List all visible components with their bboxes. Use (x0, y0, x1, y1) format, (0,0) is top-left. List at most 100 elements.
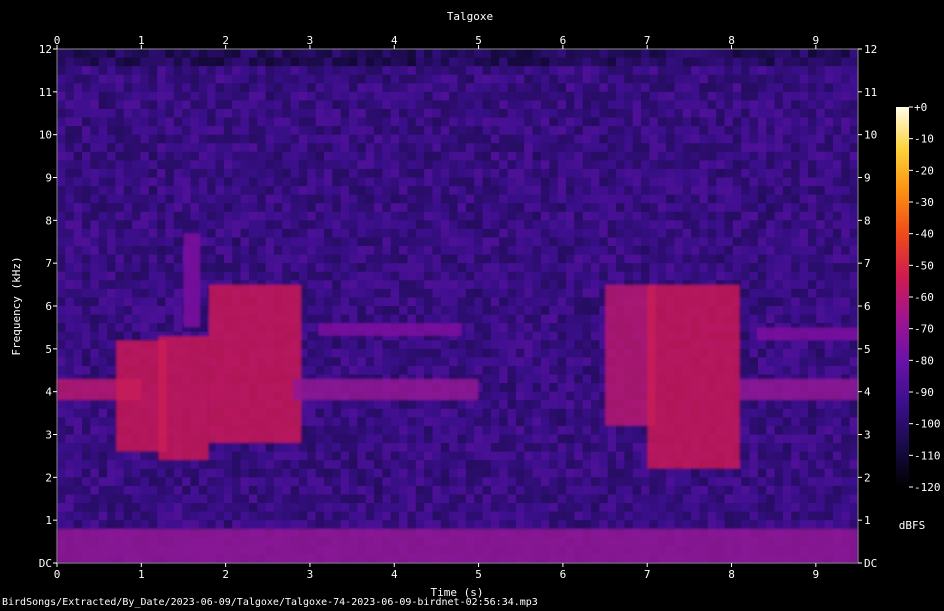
noise-cell (157, 203, 166, 213)
noise-cell (540, 477, 550, 487)
noise-cell (749, 434, 759, 444)
noise-cell (332, 74, 342, 84)
noise-cell (365, 186, 375, 196)
noise-cell (265, 151, 275, 161)
noise-cell (57, 297, 66, 307)
chart-title: Talgoxe (447, 10, 493, 23)
noise-cell (307, 203, 317, 213)
noise-cell (841, 74, 851, 84)
noise-cell (524, 117, 534, 127)
noise-cell (490, 340, 500, 350)
noise-cell (741, 91, 751, 101)
noise-cell (499, 177, 509, 187)
noise-cell (582, 220, 592, 230)
noise-cell (540, 237, 550, 247)
noise-cell (649, 254, 659, 264)
noise-cell (582, 134, 592, 144)
noise-cell (716, 168, 725, 178)
noise-cell (315, 400, 325, 410)
noise-cell (148, 288, 158, 298)
noise-cell (549, 297, 559, 307)
noise-cell (424, 246, 433, 256)
noise-cell (232, 220, 242, 230)
noise-cell (382, 357, 392, 367)
noise-cell (349, 425, 358, 435)
noise-cell (682, 271, 692, 281)
noise-cell (198, 477, 208, 487)
noise-cell (782, 117, 792, 127)
noise-cell (65, 451, 75, 461)
noise-cell (774, 434, 784, 444)
noise-cell (132, 143, 141, 153)
noise-cell (691, 228, 700, 238)
noise-cell (90, 237, 100, 247)
noise-cell (565, 288, 575, 298)
noise-cell (591, 477, 600, 487)
noise-cell (632, 443, 642, 453)
noise-cell (123, 117, 133, 127)
noise-cell (565, 126, 575, 136)
noise-cell (424, 477, 433, 487)
noise-cell (82, 126, 91, 136)
noise-cell (540, 451, 550, 461)
noise-cell (482, 57, 492, 67)
noise-cell (399, 117, 408, 127)
noise-cell (632, 66, 642, 76)
noise-cell (290, 203, 300, 213)
noise-cell (816, 408, 826, 418)
noise-cell (557, 443, 567, 453)
noise-cell (732, 57, 742, 67)
noise-cell (824, 194, 834, 204)
noise-cell (741, 271, 751, 281)
noise-cell (549, 451, 559, 461)
noise-cell (332, 203, 342, 213)
noise-cell (449, 365, 458, 376)
noise-cell (207, 477, 217, 487)
noise-cell (223, 263, 233, 273)
noise-cell (716, 203, 725, 213)
noise-cell (649, 74, 659, 84)
noise-cell (424, 168, 433, 178)
noise-cell (816, 108, 826, 119)
noise-cell (432, 451, 442, 461)
noise-cell (532, 168, 542, 178)
noise-cell (98, 126, 108, 136)
noise-cell (791, 365, 801, 376)
noise-cell (365, 108, 375, 119)
noise-cell (557, 143, 567, 153)
noise-cell (82, 108, 91, 119)
noise-cell (574, 357, 584, 367)
noise-cell (123, 297, 133, 307)
noise-cell (549, 49, 559, 59)
noise-cell (123, 254, 133, 264)
noise-cell (490, 288, 500, 298)
noise-cell (232, 186, 242, 196)
noise-cell (832, 100, 842, 110)
noise-cell (449, 434, 458, 444)
noise-cell (324, 340, 333, 350)
noise-cell (190, 108, 200, 119)
noise-cell (774, 126, 784, 136)
noise-cell (849, 254, 859, 264)
noise-cell (65, 143, 75, 153)
noise-cell (273, 177, 283, 187)
noise-cell (807, 468, 817, 478)
noise-cell (582, 263, 592, 273)
noise-cell (707, 271, 717, 281)
noise-cell (741, 66, 751, 76)
noise-cell (207, 460, 217, 470)
noise-cell (515, 306, 525, 316)
noise-cell (98, 417, 108, 427)
noise-cell (107, 460, 116, 470)
noise-cell (607, 246, 617, 256)
noise-cell (365, 151, 375, 161)
noise-cell (273, 460, 283, 470)
noise-cell (432, 340, 442, 350)
noise-cell (849, 83, 859, 93)
noise-cell (849, 211, 859, 221)
noise-cell (265, 443, 275, 453)
noise-cell (507, 391, 517, 401)
noise-cell (474, 143, 484, 153)
noise-cell (474, 83, 484, 93)
noise-cell (349, 365, 358, 376)
